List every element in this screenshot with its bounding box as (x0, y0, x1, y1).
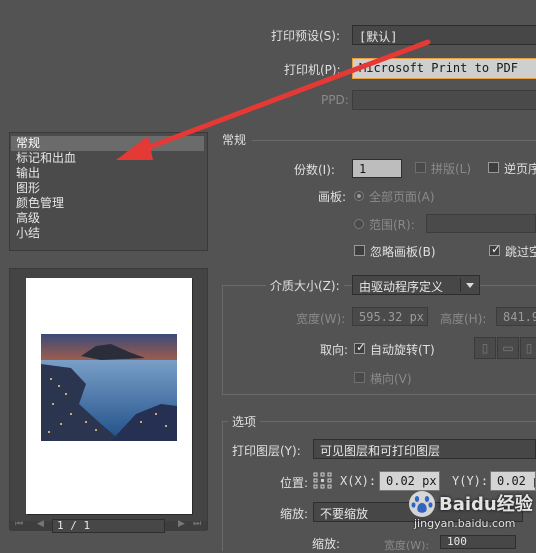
copies-label: 份数(I): (294, 163, 335, 177)
scale-width-label: 宽度(W): (384, 539, 430, 552)
landscape-label: 横向(V) (370, 372, 412, 386)
height-label: 高度(H): (440, 312, 487, 326)
collate-checkbox[interactable] (415, 162, 426, 173)
dropdown-divider (460, 278, 461, 292)
ignore-artboards-checkbox[interactable] (354, 245, 365, 256)
options-section-title: 选项 (228, 413, 261, 430)
orientation-label: 取向: (320, 343, 349, 357)
ppd-select (352, 90, 536, 110)
ignore-artboards-label: 忽略画板(B) (370, 245, 436, 259)
scale-width-input[interactable]: 100 (440, 535, 516, 549)
all-pages-label: 全部页面(A) (369, 190, 435, 204)
collate-label: 拼版(L) (431, 162, 472, 176)
portrait-icon[interactable]: ▯ (474, 337, 496, 359)
watermark: Baidu经验 jingyan.baidu.com (408, 470, 536, 530)
range-input (426, 214, 536, 233)
print-preset-label: 打印预设(S): (271, 29, 341, 43)
landscape-checkbox[interactable] (354, 372, 365, 383)
last-page-icon[interactable]: ⏭ (193, 519, 201, 529)
media-size-label: 介质大小(Z): (266, 277, 344, 294)
skip-blank-label: 跳过空白 (505, 245, 536, 259)
category-color-management[interactable]: 颜色管理 (11, 196, 204, 211)
position-label: 位置: (280, 476, 309, 490)
auto-rotate-checkbox[interactable]: ✓ (354, 340, 366, 354)
orientation-buttons: ▯ ▭ ▯ (474, 337, 536, 359)
prev-page-icon[interactable]: ◀ (37, 519, 44, 529)
reverse-order-label: 逆页序 (504, 162, 536, 176)
general-section-title: 常规 (222, 133, 247, 147)
printer-select[interactable]: Microsoft Print to PDF (352, 58, 536, 79)
landscape-icon[interactable]: ▭ (497, 337, 519, 359)
ppd-label: PPD: (321, 93, 349, 107)
print-preview-panel: ⏮ ◀ 1 / 1 ▶ ⏭ (9, 268, 208, 533)
artboard-label: 画板: (318, 190, 347, 204)
media-size-select[interactable]: 由驱动程序定义 (352, 275, 480, 295)
watermark-brand: Baidu经验 (439, 494, 533, 515)
category-output[interactable]: 输出 (11, 166, 204, 181)
auto-rotate-label: 自动旋转(T) (370, 343, 435, 357)
print-preset-select[interactable]: [默认] (352, 25, 536, 45)
media-size-value: 由驱动程序定义 (359, 280, 444, 294)
reverse-order-checkbox[interactable] (488, 162, 499, 173)
flipped-portrait-icon[interactable]: ▯ (520, 337, 536, 359)
page-indicator[interactable]: 1 / 1 (52, 519, 165, 533)
category-summary[interactable]: 小结 (11, 226, 204, 241)
skip-blank-checkbox[interactable]: ✓ (489, 242, 501, 256)
width-input: 595.32 px (352, 307, 428, 326)
printer-label: 打印机(P): (284, 63, 341, 77)
width-label: 宽度(W): (296, 312, 346, 326)
next-page-icon[interactable]: ▶ (178, 519, 185, 529)
position-grid-icon[interactable] (313, 472, 333, 490)
range-radio[interactable] (354, 219, 364, 229)
range-label: 范围(R): (369, 218, 415, 232)
height-input: 841.9 (496, 307, 536, 326)
x-label: X(X): (340, 474, 377, 488)
category-advanced[interactable]: 高级 (11, 211, 204, 226)
preview-image (41, 334, 177, 441)
baidu-paw-icon (409, 491, 435, 517)
first-page-icon[interactable]: ⏮ (15, 519, 23, 529)
category-graphics[interactable]: 图形 (11, 181, 204, 196)
category-general[interactable]: 常规 (11, 136, 204, 151)
category-list: 常规 标记和出血 输出 图形 颜色管理 高级 小结 (9, 132, 208, 251)
watermark-url: jingyan.baidu.com (414, 517, 516, 530)
print-layers-select[interactable]: 可见图层和可打印图层 (313, 439, 536, 459)
scaling-label: 缩放: (280, 507, 309, 521)
copies-input[interactable]: 1 (352, 159, 402, 178)
scale-label: 缩放: (312, 537, 341, 551)
print-layers-label: 打印图层(Y): (232, 444, 301, 458)
all-pages-radio[interactable] (354, 191, 364, 201)
category-marks-bleed[interactable]: 标记和出血 (11, 151, 204, 166)
general-divider (252, 140, 536, 141)
preview-page[interactable] (26, 278, 192, 514)
chevron-down-icon (466, 283, 474, 288)
preview-nav-bar: ⏮ ◀ 1 / 1 ▶ ⏭ (10, 519, 207, 533)
